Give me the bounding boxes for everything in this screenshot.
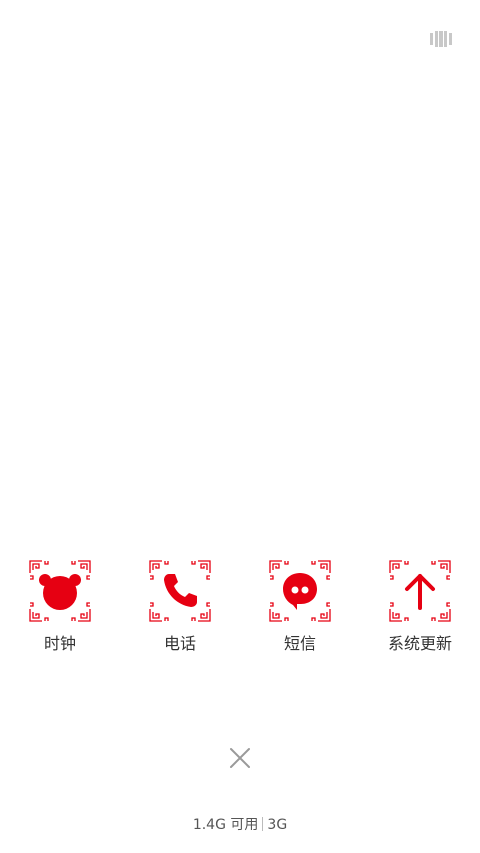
app-clock[interactable]: 时钟 bbox=[0, 560, 120, 660]
recent-apps-icon[interactable] bbox=[430, 30, 452, 48]
app-messages[interactable]: 短信 bbox=[240, 560, 360, 660]
arrow-up-icon bbox=[389, 560, 451, 622]
app-system-update[interactable]: 系统更新 bbox=[360, 560, 480, 660]
close-icon[interactable] bbox=[228, 746, 252, 770]
storage-status: 1.4G 可用 3G bbox=[0, 816, 480, 834]
message-icon bbox=[269, 560, 331, 622]
app-label: 时钟 bbox=[43, 634, 76, 653]
app-label: 电话 bbox=[163, 634, 196, 653]
alarm-clock-icon bbox=[29, 560, 91, 622]
network-type: 3G bbox=[267, 817, 288, 833]
app-row: 时钟 电话 短信 系统更新 bbox=[0, 560, 480, 660]
app-phone[interactable]: 电话 bbox=[120, 560, 240, 660]
app-label: 系统更新 bbox=[387, 634, 452, 653]
divider bbox=[262, 817, 264, 831]
storage-available: 1.4G 可用 bbox=[192, 817, 259, 833]
phone-icon bbox=[149, 560, 211, 622]
app-label: 短信 bbox=[283, 634, 316, 653]
